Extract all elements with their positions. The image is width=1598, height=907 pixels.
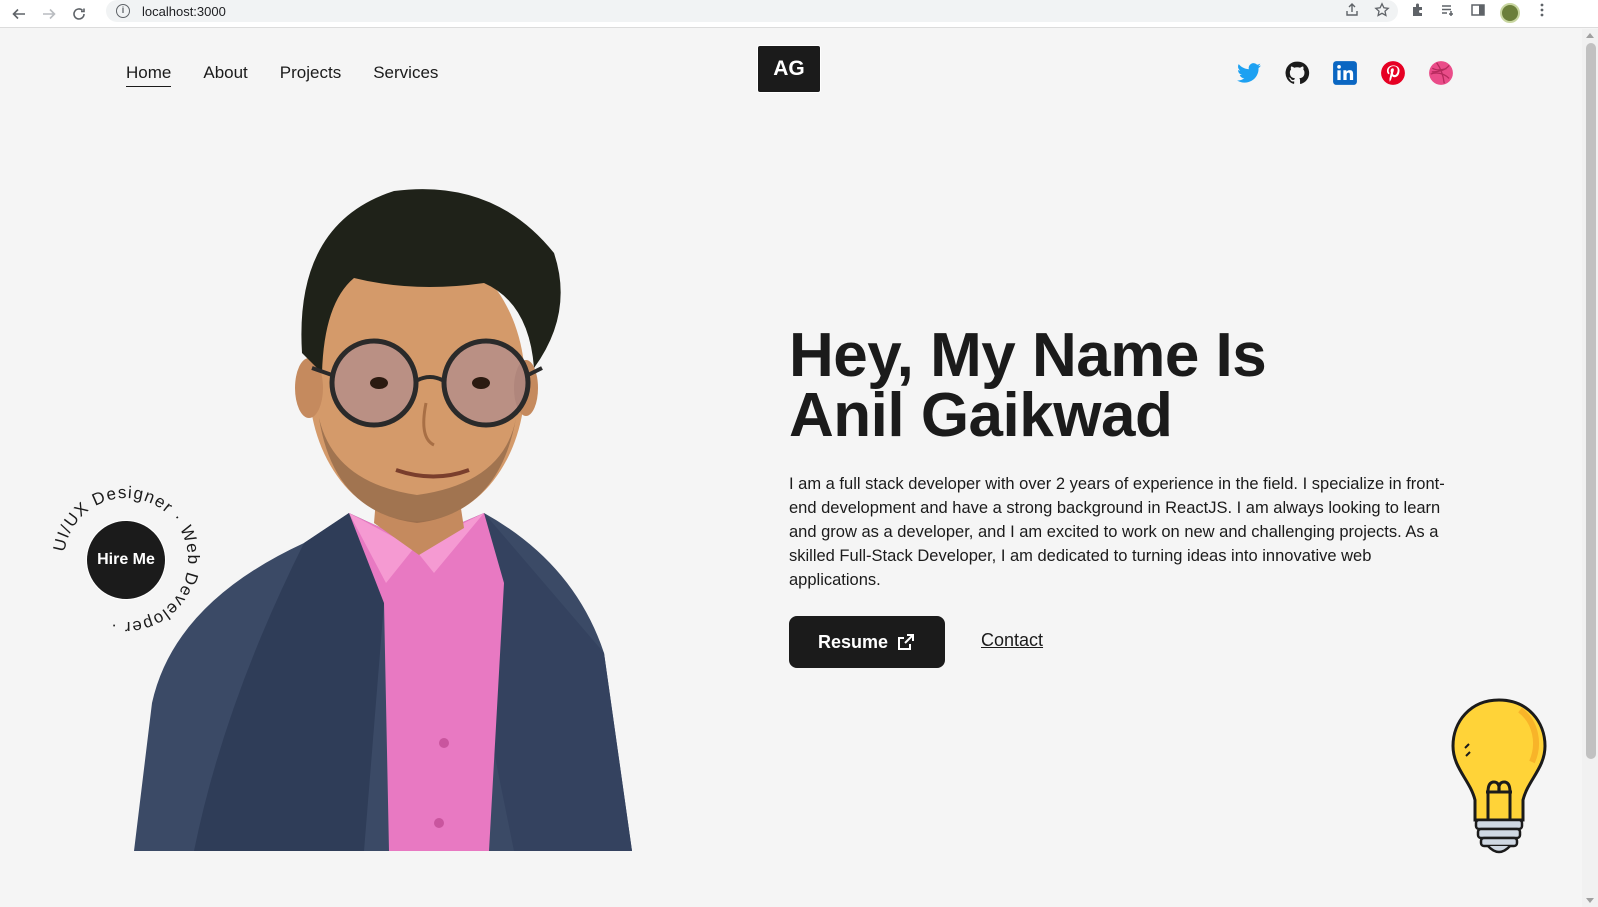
lightbulb-icon[interactable] xyxy=(1448,696,1550,860)
share-icon[interactable] xyxy=(1344,2,1360,23)
github-icon[interactable] xyxy=(1284,60,1310,86)
reload-icon[interactable] xyxy=(68,3,90,25)
twitter-icon[interactable] xyxy=(1236,60,1262,86)
site-info-icon[interactable]: i xyxy=(116,4,130,18)
browser-menu-icon[interactable] xyxy=(1534,2,1550,23)
hero-title-line-2: Anil Gaikwad xyxy=(789,381,1173,450)
hero-title: Hey, My Name Is Anil Gaikwad xyxy=(789,321,1549,450)
scroll-thumb[interactable] xyxy=(1586,43,1596,759)
back-icon[interactable] xyxy=(8,3,30,25)
social-links xyxy=(1236,60,1454,86)
forward-icon[interactable] xyxy=(38,3,60,25)
pinterest-icon[interactable] xyxy=(1380,60,1406,86)
extensions-icon[interactable] xyxy=(1410,2,1426,23)
url-text: localhost:3000 xyxy=(142,3,226,19)
main-nav: Home About Projects Services xyxy=(126,63,438,87)
hero-title-line-1: Hey, My Name Is xyxy=(789,321,1267,390)
nav-link-services[interactable]: Services xyxy=(373,63,438,87)
profile-photo xyxy=(134,189,632,851)
dribbble-icon[interactable] xyxy=(1428,60,1454,86)
browser-toolbar: i localhost:3000 xyxy=(0,0,1598,28)
linkedin-icon[interactable] xyxy=(1332,60,1358,86)
hero-description: I am a full stack developer with over 2 … xyxy=(789,475,1445,589)
side-panel-icon[interactable] xyxy=(1470,2,1486,23)
resume-button-label: Resume xyxy=(817,631,889,652)
nav-link-projects[interactable]: Projects xyxy=(280,63,341,87)
reading-list-icon[interactable] xyxy=(1440,2,1456,23)
bookmark-star-icon[interactable] xyxy=(1374,2,1390,23)
site-logo[interactable]: AG xyxy=(757,45,821,93)
scroll-up-arrow[interactable] xyxy=(1586,33,1594,38)
profile-avatar[interactable] xyxy=(1500,2,1520,23)
nav-link-about[interactable]: About xyxy=(203,63,247,87)
contact-link[interactable]: Contact xyxy=(981,630,1043,651)
external-link-icon xyxy=(898,634,915,650)
scroll-down-arrow[interactable] xyxy=(1586,898,1594,903)
page-scrollbar[interactable] xyxy=(1582,29,1598,907)
resume-button[interactable]: Resume xyxy=(789,616,945,668)
hire-me-badge[interactable]: UI/UX Designer · Web Developer · Hire Me xyxy=(48,482,204,638)
hire-me-button[interactable]: Hire Me xyxy=(86,520,166,600)
address-bar[interactable]: i localhost:3000 xyxy=(106,0,1398,22)
nav-link-home[interactable]: Home xyxy=(126,63,172,87)
